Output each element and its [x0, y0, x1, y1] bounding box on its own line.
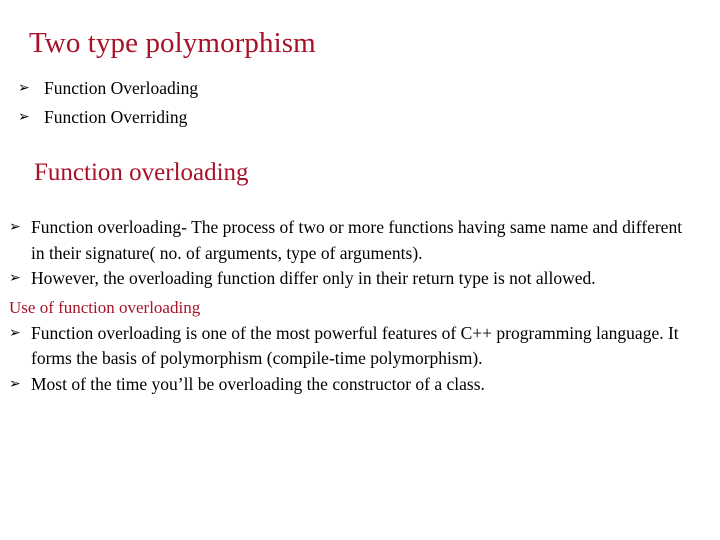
slide-canvas: Two type polymorphism ➢ Function Overloa…	[0, 0, 720, 540]
list-item: ➢ However, the overloading function diff…	[9, 266, 699, 292]
arrow-bullet-icon: ➢	[9, 324, 21, 341]
list-item-label: Function Overloading	[44, 78, 199, 98]
list-item: ➢ Function overloading- The process of t…	[9, 215, 699, 266]
list-item-label: Function overloading- The process of two…	[31, 217, 683, 263]
section-heading: Function overloading	[34, 159, 249, 186]
arrow-bullet-icon: ➢	[9, 270, 21, 286]
list-item: ➢ Function Overloading	[18, 76, 438, 101]
list-item-label: Function Overriding	[44, 107, 188, 127]
polymorphism-type-list: ➢ Function Overloading ➢ Function Overri…	[18, 76, 438, 134]
list-item: ➢ Most of the time you’ll be overloading…	[9, 372, 699, 398]
body-content: ➢ Function overloading- The process of t…	[9, 215, 709, 397]
arrow-bullet-icon: ➢	[18, 109, 30, 125]
subsection-label: Use of function overloading	[9, 297, 201, 317]
arrow-bullet-icon: ➢	[9, 375, 21, 392]
arrow-bullet-icon: ➢	[18, 80, 30, 96]
page-title: Two type polymorphism	[29, 27, 316, 59]
list-item-label: Most of the time you’ll be overloading t…	[31, 373, 485, 394]
list-item: ➢ Function Overriding	[18, 105, 438, 130]
list-item-label: However, the overloading function differ…	[31, 268, 596, 288]
list-item-label: Function overloading is one of the most …	[31, 322, 679, 369]
list-item: ➢ Function overloading is one of the mos…	[9, 321, 699, 372]
arrow-bullet-icon: ➢	[9, 219, 21, 235]
